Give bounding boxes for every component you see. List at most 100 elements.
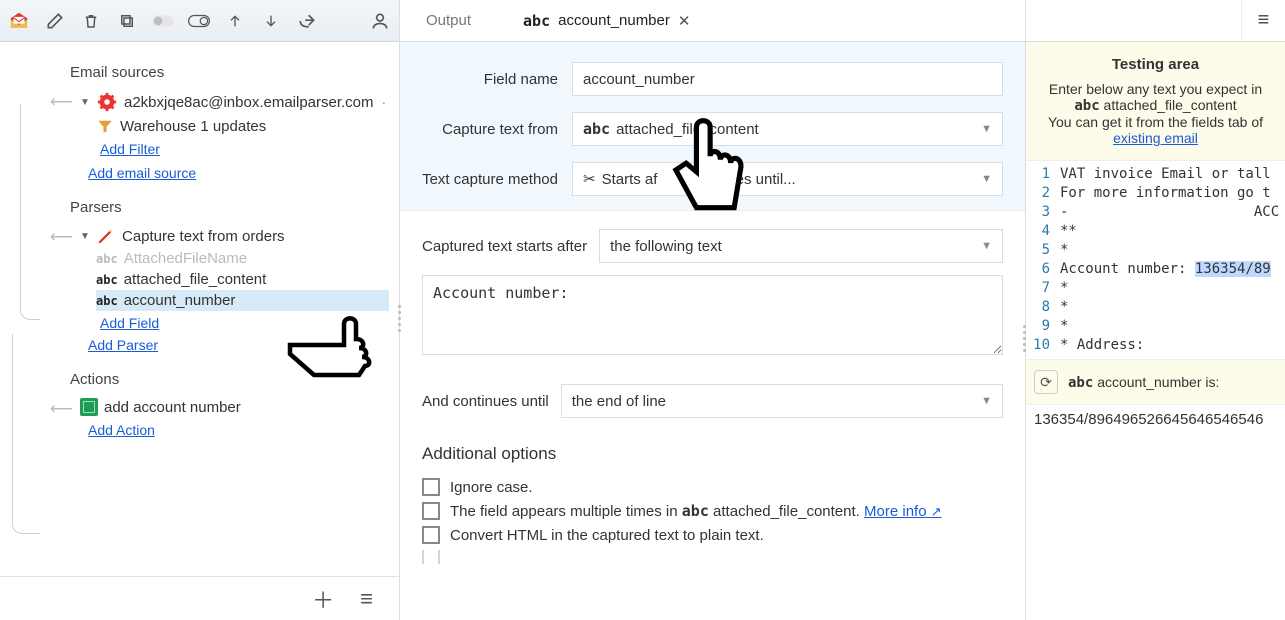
testing-panel: ≡ Testing area Enter below any text you … [1025,0,1285,620]
add-action-link[interactable]: Add Action [88,422,155,438]
user-icon[interactable] [369,10,391,32]
filter-label: Warehouse 1 updates [120,118,266,135]
filter-icon [96,117,114,135]
ellipsis: · [382,94,387,110]
tree: Email sources ⟵ ▼ a2kbxjqe8ac@inbox.emai… [0,42,399,576]
chevron-down-icon: ▼ [981,395,992,407]
copy-icon[interactable] [116,10,138,32]
field-name-value: account_number [583,71,695,88]
testing-code-editor[interactable]: 1VAT invoice Email or tall2For more info… [1026,161,1285,359]
field-name-input[interactable]: account_number [572,62,1003,96]
starts-after-label: Captured text starts after [422,238,587,255]
continues-label: And continues until [422,393,549,410]
tree-email-account[interactable]: ⟵ ▼ a2kbxjqe8ac@inbox.emailparser.com · [80,89,389,115]
add-button[interactable]: ＋ [312,583,334,615]
continues-select-value: the end of line [572,393,666,410]
tab-account-number[interactable]: abc account_number ✕ [497,0,716,41]
refresh-icon[interactable]: ⟳ [1034,370,1058,394]
field-name-label: Field name [422,71,572,88]
toggle-on-outline-icon[interactable] [188,10,210,32]
abc-icon: abc [1074,98,1099,114]
capture-from-label: Capture text from [422,121,572,138]
form-body: Captured text starts after the following… [400,211,1025,588]
section-email-sources: Email sources [70,64,389,81]
splitter-handle[interactable] [395,300,403,336]
result-suffix: is: [1201,374,1219,390]
add-field-link[interactable]: Add Field [100,315,159,331]
tree-action-row[interactable]: ⟵ add account number [80,396,389,418]
tab-output-label: Output [426,12,471,29]
flow-arrow-icon: ⟵ [50,399,69,419]
continues-select[interactable]: the end of line ▼ [561,384,1003,418]
add-email-source-link[interactable]: Add email source [88,165,196,181]
method-value-suffix: tinues until... [711,171,795,188]
testing-result-header: ⟳ abc account_number is: [1026,359,1285,405]
chevron-down-icon: ▼ [981,240,992,252]
caret-down-icon[interactable]: ▼ [80,97,90,108]
trash-icon[interactable] [80,10,102,32]
testing-desc-field: attached_file_content [1104,97,1237,113]
tree-field-account-number[interactable]: abc account_number [96,290,389,311]
sheet-icon [80,398,98,416]
hamburger-icon[interactable]: ≡ [1241,0,1285,41]
capture-from-value: attached_file_content [616,121,759,138]
abc-icon: abc [583,120,610,138]
testing-title: Testing area [1032,56,1279,73]
testing-header: Testing area Enter below any text you ex… [1026,42,1285,161]
field-label: AttachedFileName [124,250,247,267]
email-account-label: a2kbxjqe8ac@inbox.emailparser.com [124,94,374,111]
abc-icon: abc [523,12,550,30]
method-select[interactable]: ✂ Starts af tinues until... ▼ [572,162,1003,196]
checkbox-icon[interactable] [422,478,440,496]
edit-icon[interactable] [44,10,66,32]
flow-arrow-icon: ⟵ [50,227,69,247]
opt-truncated[interactable] [422,550,1003,564]
abc-icon: abc [96,294,118,308]
starts-after-select-value: the following text [610,238,722,255]
caret-down-icon[interactable]: ▼ [80,231,90,242]
tab-active-label: account_number [558,12,670,29]
opt-convert-html[interactable]: Convert HTML in the captured text to pla… [422,526,1003,544]
toggle-off-icon[interactable] [152,10,174,32]
parser-root-label: Capture text from orders [122,228,285,245]
center-tabs: Output abc account_number ✕ [400,0,1025,42]
testing-desc2: You can get it from the fields tab of [1048,114,1263,130]
splitter-handle[interactable] [1020,320,1028,356]
result-field: account_number [1097,374,1201,390]
center-panel: Output abc account_number ✕ Field name a… [400,0,1025,620]
form-header: Field name account_number Capture text f… [400,42,1025,211]
capture-from-select[interactable]: abc attached_file_content ▼ [572,112,1003,146]
chevron-down-icon: ▼ [981,123,992,135]
arrow-down-icon[interactable] [260,10,282,32]
starts-after-textarea[interactable] [422,275,1003,355]
arrow-up-icon[interactable] [224,10,246,32]
checkbox-icon[interactable] [422,526,440,544]
tree-field-attachedfilename[interactable]: abc AttachedFileName [96,248,389,269]
action-label: add account number [104,399,241,416]
abc-icon: abc [96,252,118,266]
existing-email-link[interactable]: existing email [1113,130,1198,146]
abc-icon: abc [1068,375,1093,391]
more-info-link[interactable]: More info ↗ [864,503,942,520]
checkbox-icon[interactable] [422,502,440,520]
abc-icon: abc [682,502,709,520]
tab-output[interactable]: Output [400,0,497,41]
sidebar-bottom-toolbar: ＋ ≡ [0,576,399,620]
opt-multiple-times[interactable]: The field appears multiple times in abc … [422,502,1003,520]
tree-filter-row[interactable]: Warehouse 1 updates [96,115,389,137]
add-filter-link[interactable]: Add Filter [100,141,160,157]
add-parser-link[interactable]: Add Parser [88,337,158,353]
more-info-text: More info [864,503,927,520]
hamburger-icon[interactable]: ≡ [360,586,373,612]
mail-open-icon[interactable] [8,10,30,32]
section-parsers: Parsers [70,199,389,216]
tree-parser-root[interactable]: ⟵ ▼ Capture text from orders [80,224,389,248]
starts-after-select[interactable]: the following text ▼ [599,229,1003,263]
share-arrow-icon[interactable] [296,10,318,32]
close-icon[interactable]: ✕ [678,12,691,30]
tree-field-attached-file-content[interactable]: abc attached_file_content [96,269,389,290]
method-value-prefix: Starts af [602,171,658,188]
checkbox-icon[interactable] [422,550,440,564]
opt-multi-post: . [856,503,864,520]
opt-ignore-case[interactable]: Ignore case. [422,478,1003,496]
